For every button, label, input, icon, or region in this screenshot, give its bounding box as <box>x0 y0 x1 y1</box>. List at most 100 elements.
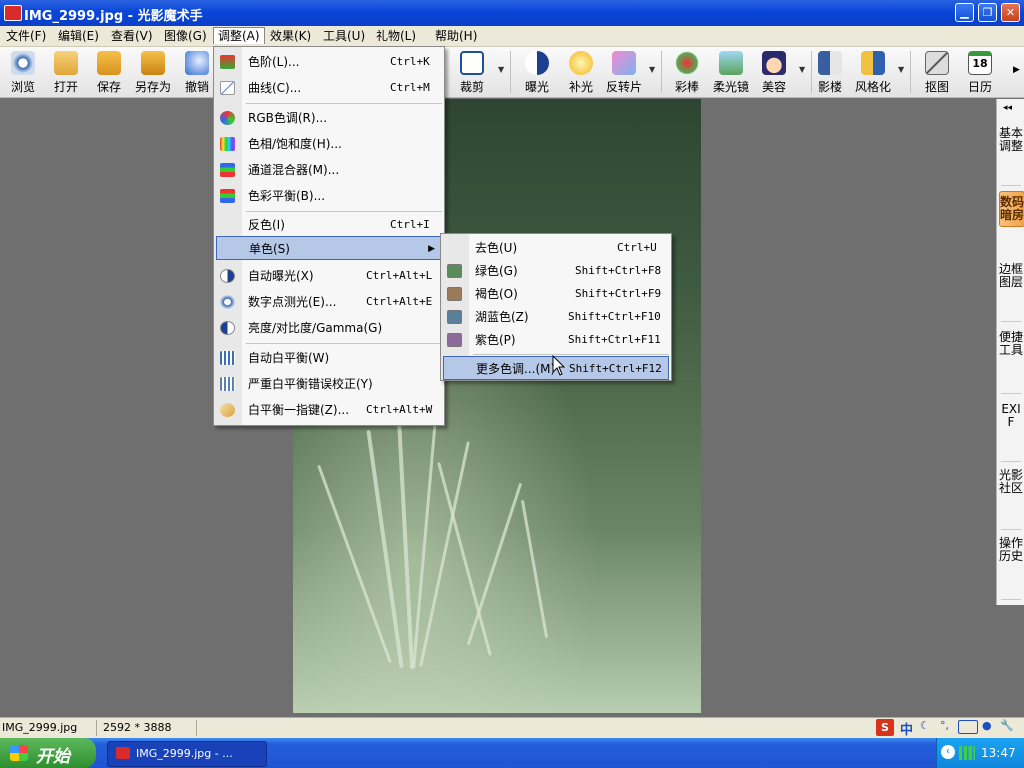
soft-focus-button[interactable]: 柔光镜 <box>710 49 752 95</box>
menu-image[interactable]: 图像(G) <box>160 28 211 44</box>
menu-item-channel-mixer[interactable]: 通道混合器(M)... <box>214 158 444 182</box>
menu-file[interactable]: 文件(F) <box>2 28 50 44</box>
menu-view[interactable]: 查看(V) <box>107 28 157 44</box>
menu-item-levels[interactable]: 色阶(L)... Ctrl+K <box>214 50 444 74</box>
undo-button[interactable]: 撤销 <box>182 49 212 95</box>
color-balance-icon <box>220 189 235 203</box>
menu-item-purple[interactable]: 紫色(P) Shift+Ctrl+F11 <box>441 328 671 352</box>
undo-icon <box>185 51 209 75</box>
exposure-button[interactable]: 曝光 <box>517 49 557 95</box>
menu-item-desaturate[interactable]: 去色(U) Ctrl+U <box>441 236 671 260</box>
wrench-icon[interactable]: 🔧 <box>1000 719 1014 732</box>
maximize-button[interactable]: ❐ <box>978 3 997 22</box>
menu-item-wb-one-touch[interactable]: 白平衡一指键(Z)... Ctrl+Alt+W <box>214 398 444 422</box>
channel-mixer-label: 通道混合器(M)... <box>248 163 340 177</box>
brown-swatch-icon <box>447 287 462 301</box>
green-shortcut: Shift+Ctrl+F8 <box>575 264 662 277</box>
taskbar-item-app[interactable]: IMG_2999.jpg - ... <box>107 741 267 767</box>
sogou-ime-icon[interactable]: S <box>876 719 894 736</box>
menu-item-rgb-tone[interactable]: RGB色调(R)... <box>214 106 444 130</box>
crop-dropdown-icon[interactable]: ▼ <box>498 65 504 74</box>
clock[interactable]: 13:47 <box>981 746 1016 760</box>
channel-mixer-icon <box>220 163 235 177</box>
menu-tools[interactable]: 工具(U) <box>319 28 369 44</box>
menu-item-spot-metering[interactable]: 数字点测光(E)... Ctrl+Alt+E <box>214 290 444 314</box>
green-swatch-icon <box>447 264 462 278</box>
menu-item-wb-correction[interactable]: 严重白平衡错误校正(Y) <box>214 372 444 396</box>
tray-expand-icon[interactable]: ‹ <box>941 745 955 759</box>
user-icon[interactable]: ● <box>982 719 992 732</box>
minimize-button[interactable]: ▁ <box>955 3 974 22</box>
tab-basic-adjust[interactable]: 基本调整 <box>999 127 1023 153</box>
moon-icon[interactable]: ☾ <box>920 719 930 732</box>
status-bar: IMG_2999.jpg 2592 * 3888 S 中 ☾ °, ● 🔧 <box>0 717 1024 738</box>
fill-light-button[interactable]: 补光 <box>561 49 601 95</box>
menu-item-auto-white-balance[interactable]: 自动白平衡(W) <box>214 346 444 370</box>
start-button[interactable]: 开始 <box>0 738 96 768</box>
window-title: IMG_2999.jpg - 光影魔术手 <box>24 9 203 24</box>
tab-border-layers[interactable]: 边框图层 <box>999 263 1023 289</box>
open-button[interactable]: 打开 <box>46 49 86 95</box>
browse-label: 浏览 <box>10 80 35 94</box>
tab-exif[interactable]: EXIF <box>999 403 1023 429</box>
menu-adjust[interactable]: 调整(A) <box>213 27 265 44</box>
menu-item-monochrome[interactable]: 单色(S) ▶ <box>216 236 442 260</box>
stylize-dropdown-icon[interactable]: ▼ <box>898 65 904 74</box>
calendar-label: 日历 <box>967 80 992 94</box>
status-dimensions: 2592 * 3888 <box>103 721 172 734</box>
close-button[interactable]: ✕ <box>1001 3 1020 22</box>
menu-item-brown[interactable]: 褐色(O) Shift+Ctrl+F9 <box>441 282 671 306</box>
menu-edit[interactable]: 编辑(E) <box>54 28 103 44</box>
menu-gifts[interactable]: 礼物(L) <box>372 28 420 44</box>
tab-digital-darkroom[interactable]: 数码暗房 <box>999 191 1024 227</box>
menu-item-curves[interactable]: 曲线(C)... Ctrl+M <box>214 76 444 100</box>
menu-item-auto-exposure[interactable]: 自动曝光(X) Ctrl+Alt+L <box>214 264 444 288</box>
menu-item-hue-saturation[interactable]: 色相/饱和度(H)... <box>214 132 444 156</box>
menu-item-invert[interactable]: 反色(I) Ctrl+I <box>214 213 444 237</box>
curves-icon <box>220 81 235 95</box>
toolbar-more-icon[interactable]: ▶ <box>1013 65 1020 75</box>
color-wand-icon <box>675 51 699 75</box>
punctuation-icon[interactable]: °, <box>940 719 949 732</box>
exposure-icon <box>525 51 549 75</box>
beauty-dropdown-icon[interactable]: ▼ <box>799 65 805 74</box>
hue-icon <box>220 137 235 151</box>
auto-exposure-shortcut: Ctrl+Alt+L <box>366 269 433 282</box>
color-wand-button[interactable]: 彩棒 <box>667 49 707 95</box>
reversal-film-label: 反转片 <box>605 80 642 94</box>
menu-effects[interactable]: 效果(K) <box>266 28 315 44</box>
tab-community[interactable]: 光影社区 <box>999 469 1023 495</box>
reversal-film-button[interactable]: 反转片 <box>603 49 645 95</box>
studio-icon <box>818 51 842 75</box>
save-button[interactable]: 保存 <box>89 49 129 95</box>
menu-help[interactable]: 帮助(H) <box>431 28 481 44</box>
menu-item-lake-blue[interactable]: 湖蓝色(Z) Shift+Ctrl+F10 <box>441 305 671 329</box>
curves-shortcut: Ctrl+M <box>390 81 430 94</box>
save-as-button[interactable]: 另存为 <box>132 49 174 95</box>
title-bar[interactable]: IMG_2999.jpg - 光影魔术手 ▁ ❐ ✕ <box>0 0 1024 26</box>
cutout-button[interactable]: 抠图 <box>917 49 957 95</box>
brown-shortcut: Shift+Ctrl+F9 <box>575 287 662 300</box>
studio-button[interactable]: 影楼 <box>810 49 850 95</box>
network-signal-icon[interactable] <box>959 746 975 760</box>
menu-separator <box>246 103 442 104</box>
beauty-button[interactable]: 美容 <box>754 49 794 95</box>
calendar-button[interactable]: 18 日历 <box>960 49 1000 95</box>
crop-button[interactable]: 裁剪 <box>452 49 492 95</box>
ime-mode-indicator[interactable]: 中 <box>900 719 913 738</box>
toolbar-separator <box>910 51 911 93</box>
menu-bar: 文件(F) 编辑(E) 查看(V) 图像(G) 调整(A) 效果(K) 工具(U… <box>0 26 1024 47</box>
menu-item-green[interactable]: 绿色(G) Shift+Ctrl+F8 <box>441 259 671 283</box>
stylize-button[interactable]: 风格化 <box>852 49 894 95</box>
app-icon[interactable] <box>4 5 22 21</box>
menu-separator <box>473 354 669 355</box>
menu-item-brightness-contrast[interactable]: 亮度/对比度/Gamma(G) <box>214 316 444 340</box>
tab-history[interactable]: 操作历史 <box>999 537 1023 563</box>
reversal-dropdown-icon[interactable]: ▼ <box>649 65 655 74</box>
keyboard-icon[interactable] <box>958 720 978 734</box>
panel-collapse-icon[interactable]: ◂◂ <box>1003 103 1012 113</box>
menu-item-color-balance[interactable]: 色彩平衡(B)... <box>214 184 444 208</box>
toolbar-separator <box>661 51 662 93</box>
tab-quick-tools[interactable]: 便捷工具 <box>999 331 1023 357</box>
browse-button[interactable]: 浏览 <box>3 49 43 95</box>
